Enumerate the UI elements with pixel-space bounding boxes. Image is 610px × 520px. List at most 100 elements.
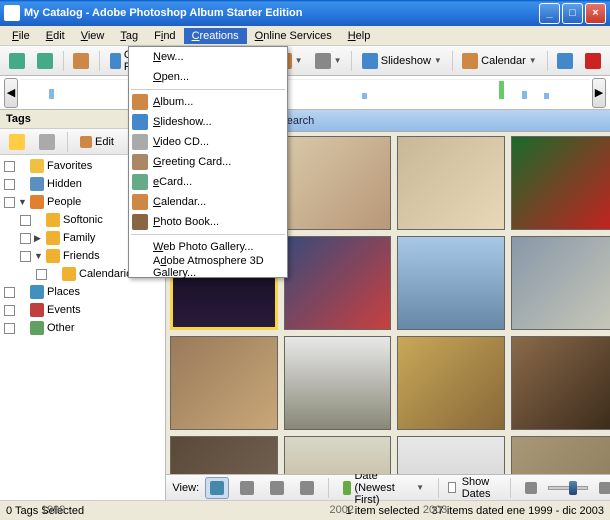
view-single-button[interactable] bbox=[295, 477, 319, 499]
home-button[interactable] bbox=[68, 50, 94, 72]
tree-label: Hidden bbox=[47, 178, 82, 190]
close-button[interactable]: × bbox=[585, 3, 606, 24]
back-icon bbox=[9, 53, 25, 69]
trash-icon bbox=[39, 134, 55, 150]
photo-thumb[interactable] bbox=[284, 336, 391, 430]
tree-checkbox[interactable] bbox=[20, 215, 31, 226]
photo-thumb[interactable] bbox=[284, 436, 391, 474]
photo-thumb[interactable] bbox=[397, 136, 504, 230]
cal-icon bbox=[132, 194, 148, 210]
zoom-out-button[interactable] bbox=[520, 477, 542, 499]
dd-photobook[interactable]: Photo Book... bbox=[129, 212, 287, 232]
photo-thumb[interactable] bbox=[397, 436, 504, 474]
zoom-in-button[interactable] bbox=[594, 477, 610, 499]
dd-open[interactable]: Open... bbox=[129, 67, 287, 87]
menu-online[interactable]: Online Services bbox=[247, 28, 340, 44]
timeline-handle-left[interactable]: ◀ bbox=[4, 78, 18, 108]
dd-album[interactable]: Album... bbox=[129, 92, 287, 112]
tree-checkbox[interactable] bbox=[36, 269, 47, 280]
menu-file[interactable]: File bbox=[4, 28, 38, 44]
dd-slideshow[interactable]: Slideshow... bbox=[129, 112, 287, 132]
delete-tag-button[interactable] bbox=[34, 131, 60, 153]
photo-thumb[interactable] bbox=[511, 436, 610, 474]
photo-thumb[interactable] bbox=[511, 236, 610, 330]
menu-edit[interactable]: Edit bbox=[38, 28, 73, 44]
list-icon bbox=[240, 481, 254, 495]
photo-thumb[interactable] bbox=[397, 236, 504, 330]
ecard-icon bbox=[132, 174, 148, 190]
tree-arrow[interactable]: ▼ bbox=[34, 251, 43, 261]
tag-icon bbox=[30, 285, 44, 299]
dd-atmosphere[interactable]: Adobe Atmosphere 3D Gallery... bbox=[129, 257, 287, 277]
tree-arrow[interactable]: ▶ bbox=[34, 233, 43, 244]
tree-checkbox[interactable] bbox=[4, 161, 15, 172]
tag-icon bbox=[46, 231, 60, 245]
slideshow-icon bbox=[362, 53, 378, 69]
sort-icon bbox=[343, 481, 352, 495]
view-grid-button[interactable] bbox=[205, 477, 229, 499]
print-icon bbox=[315, 53, 331, 69]
maximize-button[interactable]: □ bbox=[562, 3, 583, 24]
tree-checkbox[interactable] bbox=[4, 179, 15, 190]
slideshow-button[interactable]: Slideshow▼ bbox=[357, 50, 447, 72]
timeline-track[interactable] bbox=[20, 79, 590, 107]
dd-videocd[interactable]: Video CD... bbox=[129, 132, 287, 152]
titlebar: My Catalog - Adobe Photoshop Album Start… bbox=[0, 0, 610, 26]
timeline[interactable]: ◀ ▶ bbox=[0, 76, 610, 110]
photo-thumb[interactable] bbox=[397, 336, 504, 430]
zoom-slider[interactable] bbox=[548, 486, 588, 490]
tree-item-places[interactable]: Places bbox=[0, 283, 165, 301]
edit-tag-button[interactable]: Edit bbox=[75, 131, 119, 153]
photo-thumb[interactable] bbox=[511, 136, 610, 230]
slider-handle[interactable] bbox=[569, 481, 577, 495]
photo-thumb[interactable] bbox=[170, 436, 277, 474]
tree-checkbox[interactable] bbox=[4, 305, 15, 316]
view-list-button[interactable] bbox=[235, 477, 259, 499]
calendar-button[interactable]: Calendar▼ bbox=[457, 50, 542, 72]
tree-label: Other bbox=[47, 322, 75, 334]
photo-thumb[interactable] bbox=[284, 236, 391, 330]
view-detail-button[interactable] bbox=[265, 477, 289, 499]
timeline-handle-right[interactable]: ▶ bbox=[592, 78, 606, 108]
app-icon bbox=[4, 5, 20, 21]
showdates-checkbox[interactable] bbox=[448, 482, 456, 493]
back-button[interactable] bbox=[4, 50, 30, 72]
help-button[interactable] bbox=[552, 50, 578, 72]
tree-label: Calendario bbox=[79, 268, 132, 280]
tag-icon bbox=[30, 159, 44, 173]
menu-find[interactable]: Find bbox=[146, 28, 183, 44]
tree-checkbox[interactable] bbox=[4, 197, 15, 208]
forward-button[interactable] bbox=[32, 50, 58, 72]
tree-checkbox[interactable] bbox=[4, 323, 15, 334]
tag-icon bbox=[30, 195, 44, 209]
photo-thumb[interactable] bbox=[170, 336, 277, 430]
photo-thumb[interactable] bbox=[284, 136, 391, 230]
tree-checkbox[interactable] bbox=[20, 251, 31, 262]
tree-item-events[interactable]: Events bbox=[0, 301, 165, 319]
print-button[interactable]: ▼ bbox=[310, 50, 347, 72]
menu-view[interactable]: View bbox=[73, 28, 113, 44]
adobe-button[interactable] bbox=[580, 50, 606, 72]
dd-webgallery[interactable]: Web Photo Gallery... bbox=[129, 237, 287, 257]
tree-item-other[interactable]: Other bbox=[0, 319, 165, 337]
tree-checkbox[interactable] bbox=[20, 233, 31, 244]
menu-tag[interactable]: Tag bbox=[112, 28, 146, 44]
dd-calendar[interactable]: Calendar... bbox=[129, 192, 287, 212]
menu-creations[interactable]: Creations bbox=[184, 28, 247, 44]
calendar-icon bbox=[462, 53, 478, 69]
menu-help[interactable]: Help bbox=[340, 28, 379, 44]
view-label: View: bbox=[172, 482, 199, 494]
sort-button[interactable]: Date (Newest First)▼ bbox=[338, 477, 429, 499]
dd-greeting[interactable]: Greeting Card... bbox=[129, 152, 287, 172]
tag-icon bbox=[9, 134, 25, 150]
minimize-button[interactable]: _ bbox=[539, 3, 560, 24]
tree-checkbox[interactable] bbox=[4, 287, 15, 298]
dd-ecard[interactable]: eCard... bbox=[129, 172, 287, 192]
grid-icon bbox=[210, 481, 224, 495]
tree-arrow[interactable]: ▼ bbox=[18, 197, 27, 207]
dd-new[interactable]: New... bbox=[129, 47, 287, 67]
camera-icon bbox=[110, 53, 121, 69]
new-tag-button[interactable] bbox=[4, 131, 30, 153]
card-icon bbox=[132, 154, 148, 170]
photo-thumb[interactable] bbox=[511, 336, 610, 430]
